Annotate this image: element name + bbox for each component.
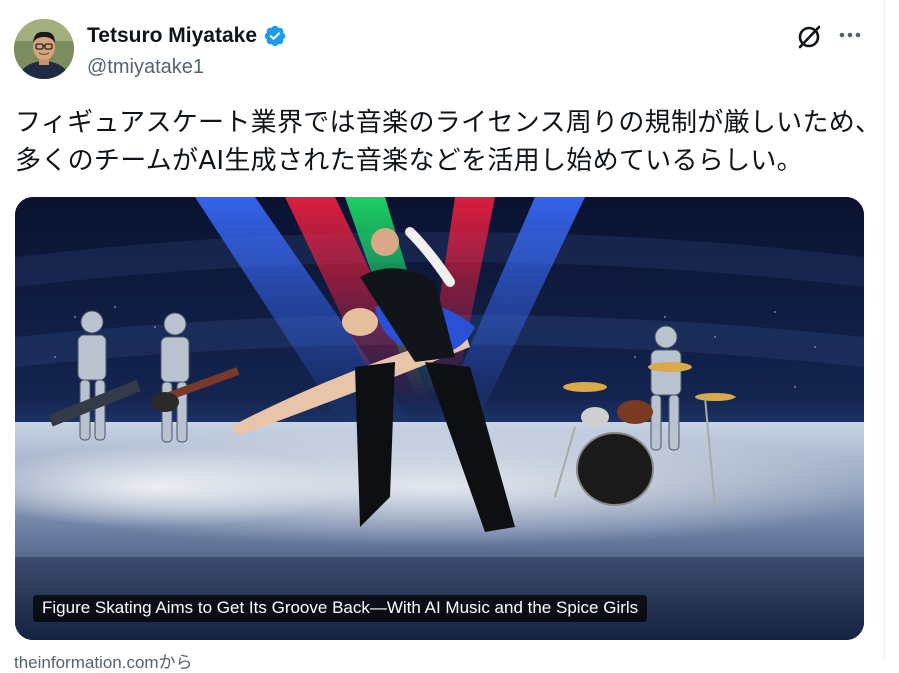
- tweet-text-line: 多くのチームがAI生成された音楽などを活用し始めているらしい。: [15, 146, 803, 176]
- author-handle[interactable]: @tmiyatake1: [87, 56, 204, 79]
- more-options-icon[interactable]: [836, 22, 864, 50]
- card-image: [15, 197, 864, 640]
- tweet: Tetsuro Miyatake @tmiyatake1 フィギュアスケート業界…: [0, 0, 885, 672]
- author-display-name[interactable]: Tetsuro Miyatake: [87, 24, 257, 48]
- author-name-row: Tetsuro Miyatake: [87, 24, 287, 48]
- card-title: Figure Skating Aims to Get Its Groove Ba…: [33, 595, 648, 622]
- tweet-text-line: フィギュアスケート業界では音楽のライセンス周りの規制が厳しいため、: [15, 108, 882, 138]
- verified-badge-icon[interactable]: [263, 24, 287, 48]
- grok-icon[interactable]: [795, 22, 825, 52]
- tweet-text: フィギュアスケート業界では音楽のライセンス周りの規制が厳しいため、 多くのチーム…: [15, 104, 882, 180]
- link-card[interactable]: Figure Skating Aims to Get Its Groove Ba…: [15, 197, 864, 640]
- author-avatar[interactable]: [14, 19, 74, 79]
